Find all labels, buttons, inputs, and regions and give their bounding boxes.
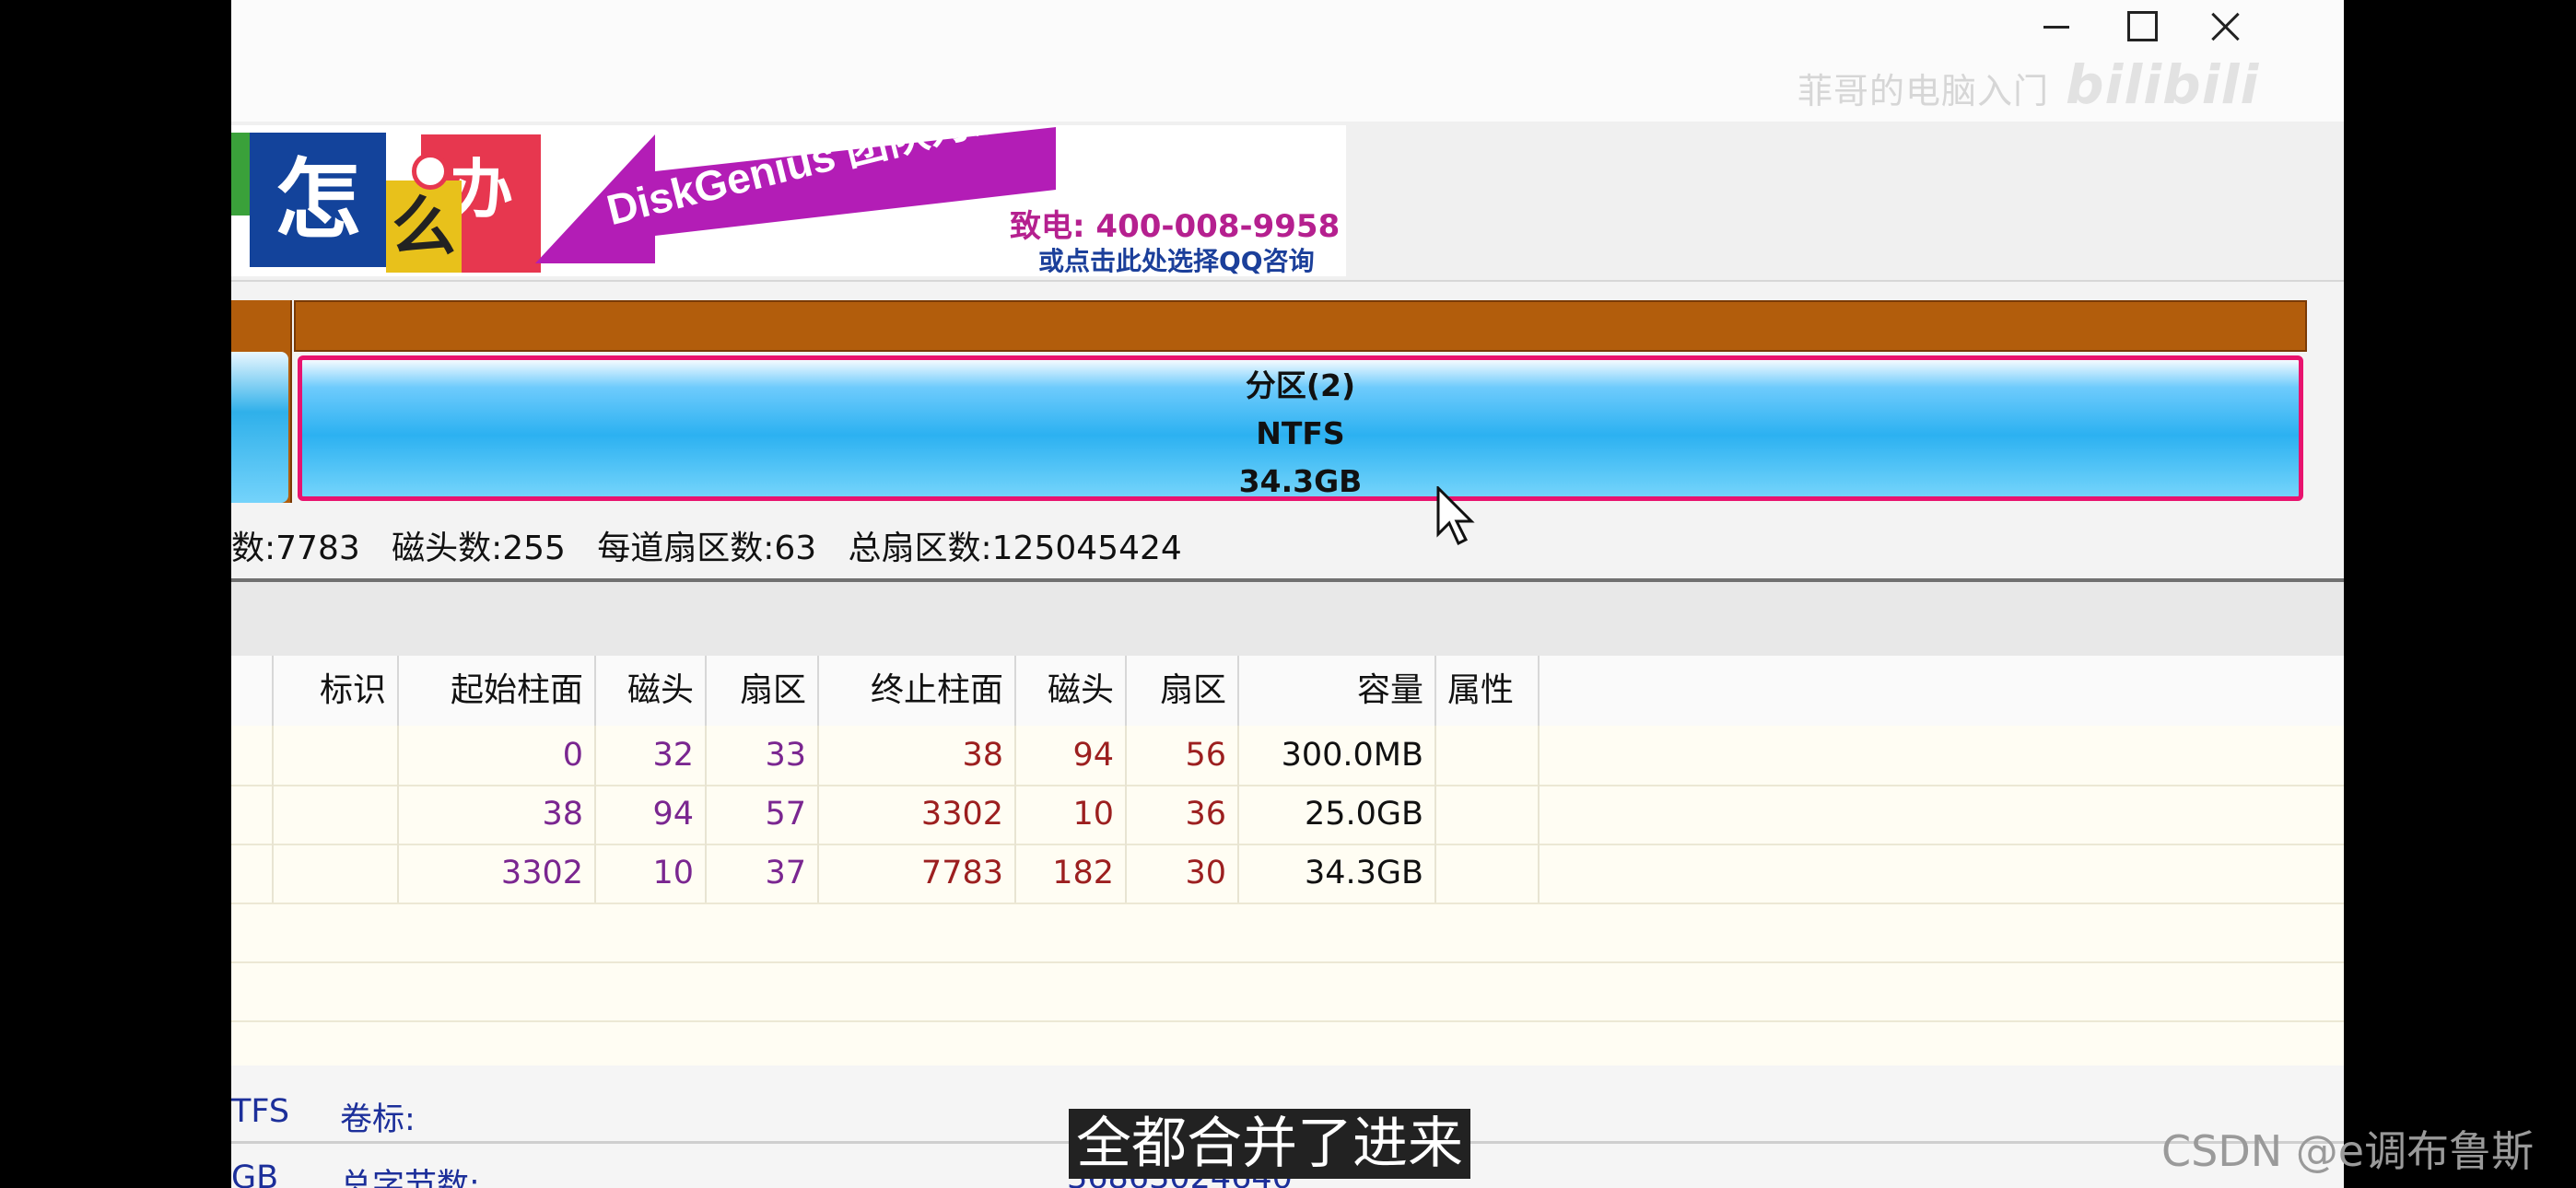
table-cell: 94 bbox=[1016, 726, 1127, 785]
column-header-end-sector[interactable]: 扇区 bbox=[1127, 656, 1239, 726]
disk-partition-map: 分区(2) NTFS 34.3GB bbox=[231, 300, 2344, 503]
table-cell: 10 bbox=[596, 844, 707, 903]
csdn-watermark: CSDN @e调布鲁斯 bbox=[2161, 1126, 2535, 1176]
column-header-start-cylinder[interactable]: 起始柱面 bbox=[399, 656, 596, 726]
table-cell bbox=[1436, 785, 1540, 844]
logo-block-me: 么 bbox=[386, 181, 462, 273]
table-cell: 3302 bbox=[819, 785, 1016, 844]
column-header-attributes[interactable]: 属性 bbox=[1436, 656, 1540, 726]
table-cell bbox=[231, 726, 274, 785]
table-cell: 38 bbox=[399, 785, 596, 844]
ad-phone: 致电: 400-008-9958 bbox=[1010, 208, 1341, 245]
support-ad-banner[interactable]: 怎 办 么 DiskGenius 团队为您服务 致电: 400-008-9958… bbox=[231, 125, 1346, 276]
table-cell: 36 bbox=[1127, 785, 1239, 844]
column-header-start-head[interactable]: 磁头 bbox=[596, 656, 707, 726]
table-cell bbox=[274, 726, 399, 785]
partition-block-2-header[interactable] bbox=[294, 300, 2307, 352]
video-subtitle: 全都合并了进来 bbox=[1069, 1109, 1470, 1179]
table-cell bbox=[1436, 726, 1540, 785]
diskgenius-window: 菲哥的电脑入门 bilibili 怎 办 么 DiskGenius 团队为您服务 … bbox=[231, 0, 2344, 1188]
partition-fs: NTFS bbox=[1256, 415, 1345, 451]
mouse-cursor-icon bbox=[1436, 486, 1475, 546]
bilibili-logo: bilibili bbox=[2066, 53, 2260, 116]
table-cell bbox=[274, 844, 399, 903]
table-row[interactable]: 3302 10 37 7783 182 30 34.3GB bbox=[231, 844, 2344, 904]
watermark-text: 菲哥的电脑入门 bbox=[1797, 71, 2050, 111]
logo-block-zen: 怎 bbox=[250, 133, 386, 267]
table-cell bbox=[274, 785, 399, 844]
column-header-end-head[interactable]: 磁头 bbox=[1016, 656, 1127, 726]
column-header-start-sector[interactable]: 扇区 bbox=[707, 656, 819, 726]
column-header-capacity[interactable]: 容量 bbox=[1239, 656, 1436, 726]
table-cell: 37 bbox=[707, 844, 819, 903]
partition-block-1-fill bbox=[231, 352, 288, 503]
table-cell: 182 bbox=[1016, 844, 1127, 903]
size-value: GB bbox=[231, 1159, 279, 1188]
logo-dot bbox=[412, 153, 449, 190]
table-cell bbox=[231, 785, 274, 844]
partition-block-2[interactable]: 分区(2) NTFS 34.3GB bbox=[298, 355, 2303, 501]
banner-area: 怎 办 么 DiskGenius 团队为您服务 致电: 400-008-9958… bbox=[231, 122, 2344, 282]
disk-geometry-info: 数:7783 磁头数:255 每道扇区数:63 总扇区数:125045424 bbox=[231, 530, 1182, 567]
partition-name: 分区(2) bbox=[1245, 367, 1356, 403]
toolbar-band bbox=[231, 582, 2344, 658]
partition-table: 标识 起始柱面 磁头 扇区 终止柱面 磁头 扇区 容量 属性 0 32 33 3… bbox=[231, 656, 2344, 1081]
total-bytes-label: 总字节数: bbox=[340, 1168, 480, 1188]
table-cell: 0 bbox=[399, 726, 596, 785]
table-cell: 7783 bbox=[819, 844, 1016, 903]
table-cell: 38 bbox=[819, 726, 1016, 785]
table-cell: 94 bbox=[596, 785, 707, 844]
volume-label: 卷标: bbox=[340, 1101, 416, 1138]
column-header-id[interactable]: 标识 bbox=[274, 656, 399, 726]
table-cell: 33 bbox=[707, 726, 819, 785]
bilibili-watermark: 菲哥的电脑入门 bilibili bbox=[1797, 53, 2259, 116]
table-cell: 56 bbox=[1127, 726, 1239, 785]
table-cell bbox=[1436, 844, 1540, 903]
maximize-button[interactable] bbox=[2106, 6, 2180, 52]
table-cell: 300.0MB bbox=[1239, 726, 1436, 785]
close-button[interactable] bbox=[2189, 6, 2263, 52]
filesystem-value: TFS bbox=[231, 1093, 290, 1130]
table-cell: 10 bbox=[1016, 785, 1127, 844]
column-header-end-cylinder[interactable]: 终止柱面 bbox=[819, 656, 1016, 726]
table-cell: 57 bbox=[707, 785, 819, 844]
table-row-empty bbox=[231, 903, 2344, 963]
minimize-button[interactable] bbox=[2019, 6, 2092, 52]
table-cell bbox=[231, 844, 274, 903]
ad-qq-link[interactable]: 或点击此处选择QQ咨询 bbox=[1038, 241, 1315, 276]
title-bar: 菲哥的电脑入门 bilibili bbox=[231, 0, 2344, 122]
table-row[interactable]: 0 32 33 38 94 56 300.0MB bbox=[231, 726, 2344, 786]
table-cell: 30 bbox=[1127, 844, 1239, 903]
logo-block-green bbox=[231, 133, 250, 215]
table-cell: 34.3GB bbox=[1239, 844, 1436, 903]
table-cell: 32 bbox=[596, 726, 707, 785]
table-header: 标识 起始柱面 磁头 扇区 终止柱面 磁头 扇区 容量 属性 bbox=[231, 656, 2344, 726]
table-cell: 3302 bbox=[399, 844, 596, 903]
table-cell: 25.0GB bbox=[1239, 785, 1436, 844]
table-row-empty bbox=[231, 961, 2344, 1022]
partition-size: 34.3GB bbox=[1238, 463, 1363, 499]
table-row[interactable]: 38 94 57 3302 10 36 25.0GB bbox=[231, 785, 2344, 845]
column-header-name[interactable] bbox=[231, 656, 274, 726]
